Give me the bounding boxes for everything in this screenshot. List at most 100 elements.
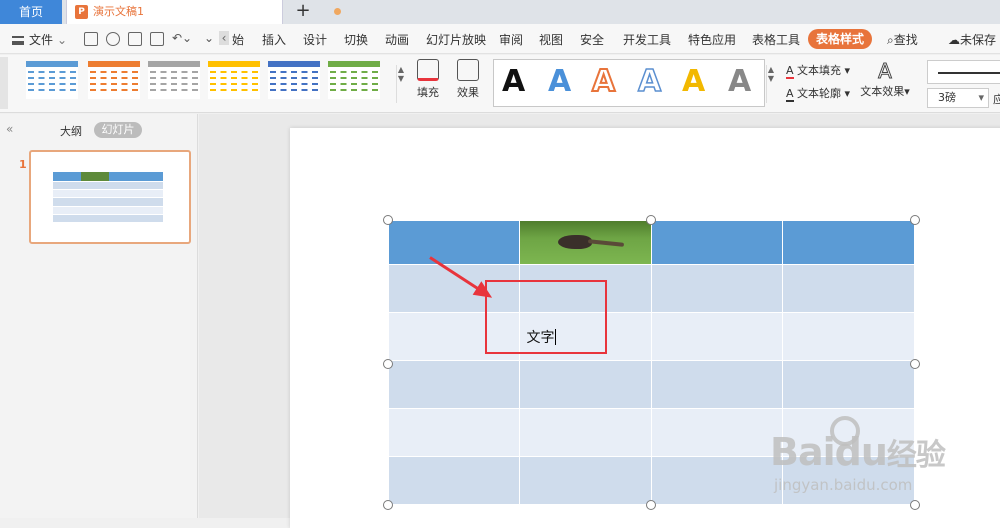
title-bar: 首页 P 演示文稿1 + bbox=[0, 0, 1000, 24]
table-cell[interactable] bbox=[519, 360, 652, 409]
table-style-swatch[interactable] bbox=[268, 61, 320, 99]
table-cell[interactable] bbox=[519, 408, 652, 457]
cloud-icon: ☁ bbox=[948, 33, 960, 47]
text-effects-icon: A bbox=[878, 59, 893, 84]
table-cell[interactable] bbox=[782, 360, 915, 409]
table-style-swatch[interactable] bbox=[328, 61, 380, 99]
table-cell[interactable] bbox=[782, 264, 915, 313]
line-width-dropdown[interactable]: 3磅 ▾ bbox=[927, 88, 989, 108]
undo-icon[interactable]: ↶⌄ bbox=[172, 31, 192, 45]
fill-label: 填充 bbox=[417, 86, 439, 99]
menu-developer[interactable]: 开发工具 bbox=[623, 31, 671, 48]
text-fill-icon: A bbox=[786, 64, 794, 79]
menu-slideshow[interactable]: 幻灯片放映 bbox=[426, 31, 486, 48]
menu-animation[interactable]: 动画 bbox=[385, 31, 409, 48]
slides-panel: « 大纲 幻灯片 1 bbox=[0, 114, 198, 518]
tab-outline[interactable]: 大纲 bbox=[60, 123, 82, 139]
menu-features[interactable]: 特色应用 bbox=[688, 31, 736, 48]
gallery-scroll-left[interactable] bbox=[0, 57, 8, 109]
text-outline-icon: A bbox=[786, 87, 794, 102]
wordart-more-icon[interactable]: ▲ ▼ bbox=[766, 65, 775, 103]
effects-button[interactable]: 效果 bbox=[450, 59, 486, 100]
apply-label[interactable]: 应 bbox=[993, 91, 1000, 107]
chevron-down-icon: ▾ bbox=[841, 64, 851, 77]
unsaved-button[interactable]: ☁未保存 bbox=[948, 31, 996, 48]
wordart-style-blue[interactable]: A bbox=[548, 64, 571, 99]
table-cell[interactable] bbox=[650, 456, 784, 505]
resize-handle[interactable] bbox=[910, 500, 920, 510]
collapse-panel-icon[interactable]: « bbox=[6, 122, 13, 136]
paw-icon bbox=[830, 416, 860, 446]
baidu-watermark: Bai du经验 jingyan.baidu.com bbox=[770, 416, 946, 494]
text-fill-button[interactable]: A 文本填充 ▾ bbox=[786, 62, 851, 79]
fill-button[interactable]: 填充 bbox=[410, 59, 446, 100]
gallery-more-icon[interactable]: ▲ ▼ bbox=[396, 65, 405, 103]
wordart-style-gold[interactable]: A bbox=[682, 64, 705, 99]
table-cell[interactable] bbox=[782, 220, 915, 265]
menu-insert[interactable]: 插入 bbox=[262, 31, 286, 48]
watermark-cn: 经验 bbox=[886, 438, 946, 473]
menu-security[interactable]: 安全 bbox=[580, 31, 604, 48]
table-style-swatch[interactable] bbox=[148, 61, 200, 99]
wordart-style-blue-outline[interactable]: A bbox=[637, 63, 662, 100]
slide-thumbnail[interactable] bbox=[29, 150, 191, 244]
table-cell[interactable] bbox=[650, 312, 784, 361]
menu-table-tools[interactable]: 表格工具 bbox=[752, 31, 800, 48]
table-cell[interactable] bbox=[650, 408, 784, 457]
table-cell[interactable] bbox=[387, 456, 521, 505]
tab-document[interactable]: P 演示文稿1 bbox=[66, 0, 341, 24]
tab-slides[interactable]: 幻灯片 bbox=[94, 122, 142, 138]
line-style-dropdown[interactable] bbox=[927, 60, 1000, 84]
search-icon: ⌕ bbox=[887, 33, 894, 47]
more-chevron-icon[interactable]: ⌄ bbox=[204, 31, 214, 45]
table-cell[interactable] bbox=[387, 360, 521, 409]
chevron-down-icon: ▾ bbox=[841, 87, 851, 100]
table-style-swatch[interactable] bbox=[26, 61, 78, 99]
menu-design[interactable]: 设计 bbox=[303, 31, 327, 48]
save-icon[interactable] bbox=[84, 32, 98, 46]
table-cell[interactable] bbox=[519, 456, 652, 505]
print-preview-icon[interactable] bbox=[150, 32, 164, 46]
fill-bucket-icon bbox=[417, 59, 439, 81]
text-fill-label: 文本填充 bbox=[797, 64, 842, 77]
text-outline-button[interactable]: A 文本轮廓 ▾ bbox=[786, 85, 851, 102]
slide-number: 1 bbox=[19, 158, 27, 171]
resize-handle[interactable] bbox=[646, 500, 656, 510]
resize-handle[interactable] bbox=[910, 215, 920, 225]
menu-view[interactable]: 视图 bbox=[539, 31, 563, 48]
menu-review[interactable]: 审阅 bbox=[499, 31, 523, 48]
wordart-style-gray[interactable]: A bbox=[728, 64, 751, 99]
resize-handle[interactable] bbox=[383, 359, 393, 369]
table-cell[interactable] bbox=[782, 312, 915, 361]
resize-handle[interactable] bbox=[383, 215, 393, 225]
wordart-style-orange-outline[interactable]: A bbox=[591, 63, 616, 100]
table-cell[interactable] bbox=[650, 360, 784, 409]
file-menu[interactable]: 文件 ⌄ bbox=[12, 31, 67, 48]
format-painter-icon[interactable] bbox=[106, 32, 120, 46]
tab-home[interactable]: 首页 bbox=[0, 0, 62, 24]
resize-handle[interactable] bbox=[910, 359, 920, 369]
wordart-style-black[interactable]: A bbox=[502, 64, 525, 99]
chevron-down-icon: ⌄ bbox=[57, 33, 68, 47]
print-icon[interactable] bbox=[128, 32, 142, 46]
table-cell[interactable] bbox=[387, 220, 521, 265]
menu-table-style[interactable]: 表格样式 bbox=[808, 29, 872, 49]
table-cell[interactable] bbox=[650, 220, 784, 265]
menu-transition[interactable]: 切换 bbox=[344, 31, 368, 48]
scroll-left-icon[interactable]: ‹ bbox=[219, 31, 229, 45]
unsaved-dot-icon bbox=[334, 8, 341, 15]
text-effects-button[interactable]: A 文本效果▾ bbox=[860, 59, 910, 99]
table-cell[interactable] bbox=[387, 408, 521, 457]
resize-handle[interactable] bbox=[646, 215, 656, 225]
table-cell[interactable] bbox=[650, 264, 784, 313]
search-button[interactable]: ⌕查找 bbox=[887, 31, 918, 48]
presentation-icon: P bbox=[75, 5, 88, 19]
resize-handle[interactable] bbox=[383, 500, 393, 510]
new-tab-button[interactable]: + bbox=[292, 0, 314, 24]
text-outline-label: 文本轮廓 bbox=[797, 87, 842, 100]
document-name: 演示文稿1 bbox=[93, 5, 144, 18]
table-cell-image[interactable] bbox=[519, 220, 652, 265]
table-style-swatch[interactable] bbox=[88, 61, 140, 99]
menu-home[interactable]: 始 bbox=[232, 31, 244, 48]
table-style-swatch[interactable] bbox=[208, 61, 260, 99]
